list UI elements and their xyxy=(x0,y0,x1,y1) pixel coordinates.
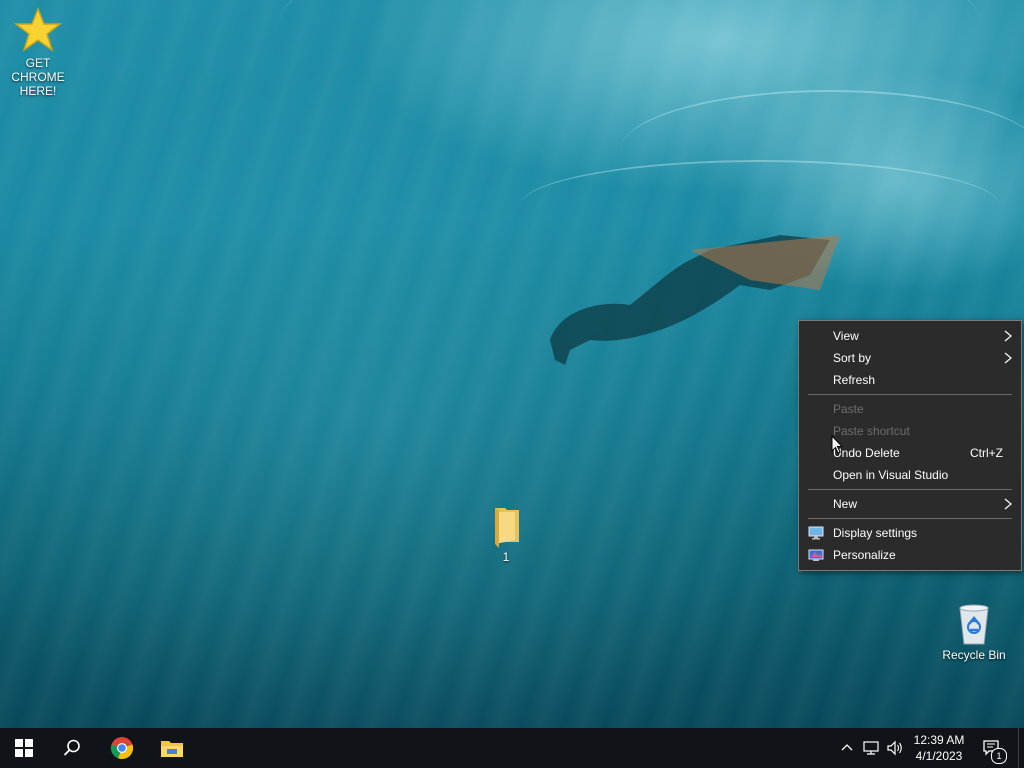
volume-button[interactable] xyxy=(884,728,906,768)
desktop-icon-folder-1[interactable]: 1 xyxy=(468,504,544,564)
menu-item-label: Paste shortcut xyxy=(833,424,910,438)
show-hidden-icons-button[interactable] xyxy=(838,728,856,768)
menu-item-label: Refresh xyxy=(833,373,876,387)
network-button[interactable] xyxy=(860,728,882,768)
menu-item-label: New xyxy=(833,497,858,511)
chevron-right-icon xyxy=(1004,352,1012,364)
menu-item-label: Personalize xyxy=(833,548,896,562)
file-explorer-icon xyxy=(161,741,183,757)
action-center-button[interactable]: 1 xyxy=(978,728,1008,768)
menu-item-display-settings[interactable]: Display settings xyxy=(799,522,1021,544)
chevron-right-icon xyxy=(1004,498,1012,510)
menu-separator xyxy=(808,489,1012,490)
desktop-icon-get-chrome[interactable]: GET CHROME HERE! xyxy=(0,6,76,98)
menu-item-label: Display settings xyxy=(833,526,918,540)
start-button[interactable] xyxy=(0,728,48,768)
chevron-right-icon xyxy=(1004,330,1012,342)
menu-item-label: View xyxy=(833,329,859,343)
menu-item-label: Open in Visual Studio xyxy=(833,468,949,482)
menu-item-paste: Paste xyxy=(799,398,1021,420)
menu-item-personalize[interactable]: Personalize xyxy=(799,544,1021,566)
mouse-cursor-icon xyxy=(831,435,843,454)
clock-time: 12:39 AM xyxy=(913,733,965,747)
chrome-icon xyxy=(110,737,134,759)
volume-icon xyxy=(887,740,902,756)
desktop[interactable]: GET CHROME HERE! 1 Recycle Bin View Sort… xyxy=(0,0,1024,728)
clock-date: 4/1/2023 xyxy=(915,749,963,763)
menu-item-label: Sort by xyxy=(833,351,872,365)
notification-count-badge: 1 xyxy=(991,748,1007,764)
star-icon xyxy=(14,6,62,52)
display-settings-icon xyxy=(808,526,824,540)
chevron-up-icon xyxy=(841,744,853,751)
taskbar-file-explorer-button[interactable] xyxy=(148,728,196,768)
menu-item-label: Undo Delete xyxy=(833,446,900,460)
recycle-bin-icon xyxy=(959,604,989,645)
menu-item-shortcut: Ctrl+Z xyxy=(970,446,1003,460)
menu-item-sort-by[interactable]: Sort by xyxy=(799,347,1021,369)
search-button[interactable] xyxy=(48,728,96,768)
menu-separator xyxy=(808,518,1012,519)
network-icon xyxy=(863,741,879,755)
desktop-icon-label: 1 xyxy=(502,550,510,564)
menu-item-view[interactable]: View xyxy=(799,325,1021,347)
menu-separator xyxy=(808,394,1012,395)
personalize-icon xyxy=(808,549,824,561)
search-icon xyxy=(63,739,80,756)
desktop-icon-label: GET CHROME HERE! xyxy=(11,56,65,98)
windows-start-icon xyxy=(15,739,33,757)
desktop-icon-label: Recycle Bin xyxy=(942,648,1006,662)
menu-item-refresh[interactable]: Refresh xyxy=(799,369,1021,391)
taskbar-clock[interactable]: 12:39 AM 4/1/2023 xyxy=(906,732,972,764)
taskbar: 12:39 AM 4/1/2023 1 xyxy=(0,728,1024,768)
folder-icon xyxy=(495,508,519,548)
show-desktop-button[interactable] xyxy=(1018,728,1024,768)
menu-item-new[interactable]: New xyxy=(799,493,1021,515)
menu-item-label: Paste xyxy=(833,402,864,416)
taskbar-chrome-button[interactable] xyxy=(98,728,146,768)
menu-item-open-in-visual-studio[interactable]: Open in Visual Studio xyxy=(799,464,1021,486)
desktop-icon-recycle-bin[interactable]: Recycle Bin xyxy=(936,600,1012,662)
